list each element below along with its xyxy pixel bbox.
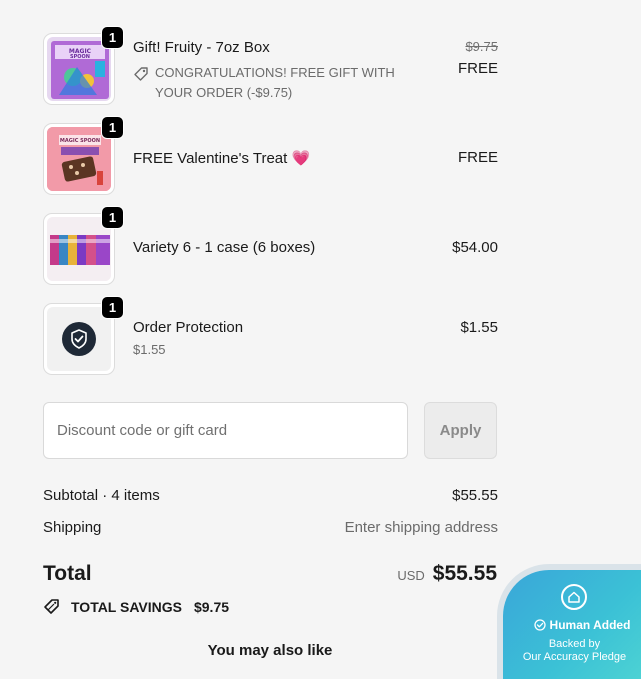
- svg-text:MAGIC SPOON: MAGIC SPOON: [60, 138, 100, 144]
- quantity-badge: 1: [101, 26, 124, 49]
- pledge-subtitle: Backed by Our Accuracy Pledge: [503, 638, 641, 664]
- shipping-label: Shipping: [43, 519, 102, 536]
- total-label: Total: [43, 562, 92, 585]
- pledge-subtitle-line2: Our Accuracy Pledge: [522, 651, 627, 663]
- pledge-subtitle-line1: Backed by: [548, 638, 601, 650]
- quantity-badge: 1: [101, 296, 124, 319]
- item-title: Gift! Fruity - 7oz Box: [133, 39, 270, 56]
- line-item-fruity: MAGIC SPOON 1 Gift! Fruity - 7oz Box CON…: [43, 26, 498, 105]
- checkout-order-summary: MAGIC SPOON 1 Gift! Fruity - 7oz Box CON…: [0, 0, 641, 679]
- item-title: Variety 6 - 1 case (6 boxes): [133, 239, 316, 256]
- product-thumbnail: 1: [43, 206, 124, 285]
- total-savings: TOTAL SAVINGS $9.75: [43, 598, 229, 616]
- discount-note: CONGRATULATIONS! FREE GIFT WITH YOUR ORD…: [133, 63, 433, 103]
- item-subtitle: $1.55: [133, 342, 166, 357]
- product-thumbnail: MAGIC SPOON 1: [43, 116, 124, 195]
- line-item-variety: 1 Variety 6 - 1 case (6 boxes) $54.00: [43, 206, 498, 285]
- item-title: Order Protection: [133, 319, 244, 336]
- tag-icon: [134, 67, 148, 81]
- house-icon: [561, 584, 587, 610]
- apply-discount-button[interactable]: Apply: [424, 402, 497, 459]
- savings-label: TOTAL SAVINGS: [71, 599, 182, 615]
- currency-code: USD: [397, 568, 425, 583]
- item-price: $1.55: [460, 319, 498, 336]
- check-circle-icon: [533, 619, 546, 631]
- product-thumbnail: MAGIC SPOON 1: [43, 26, 124, 105]
- item-price: FREE: [457, 60, 498, 77]
- item-price-group: $9.75 FREE: [458, 39, 498, 77]
- discount-text: CONGRATULATIONS! FREE GIFT WITH YOUR ORD…: [155, 65, 395, 100]
- shipping-value: Enter shipping address: [344, 519, 498, 536]
- subtotal-row: Subtotal · 4 items $55.55: [43, 487, 498, 504]
- total-value: $55.55: [432, 562, 497, 585]
- item-price: FREE: [457, 149, 498, 166]
- subtotal-value: $55.55: [452, 487, 498, 504]
- accuracy-pledge-badge[interactable]: Human Added Backed by Our Accuracy Pledg…: [503, 570, 641, 679]
- total-amount-group: USD $55.55: [397, 562, 497, 586]
- discount-code-input[interactable]: [43, 402, 408, 459]
- original-price: $9.75: [465, 39, 498, 54]
- item-title: FREE Valentine's Treat 💗: [133, 150, 311, 167]
- subtotal-label: Subtotal · 4 items: [43, 487, 160, 504]
- line-item-order-protection: 1 Order Protection $1.55 $1.55: [43, 296, 498, 375]
- item-price: $54.00: [452, 239, 498, 256]
- shield-check-icon: [62, 322, 96, 356]
- recommendations-heading: You may also like: [207, 642, 333, 659]
- savings-value: $9.75: [193, 599, 230, 615]
- quantity-badge: 1: [101, 206, 124, 229]
- shipping-row: Shipping Enter shipping address: [43, 519, 498, 536]
- pledge-title: Human Added: [549, 618, 631, 632]
- product-thumbnail: 1: [43, 296, 124, 375]
- tag-icon: [44, 599, 59, 614]
- svg-text:SPOON: SPOON: [70, 54, 90, 60]
- pledge-title-row: Human Added: [517, 618, 641, 632]
- quantity-badge: 1: [101, 116, 124, 139]
- line-item-valentine: MAGIC SPOON 1 FREE Valentine's Treat 💗 F…: [43, 116, 498, 195]
